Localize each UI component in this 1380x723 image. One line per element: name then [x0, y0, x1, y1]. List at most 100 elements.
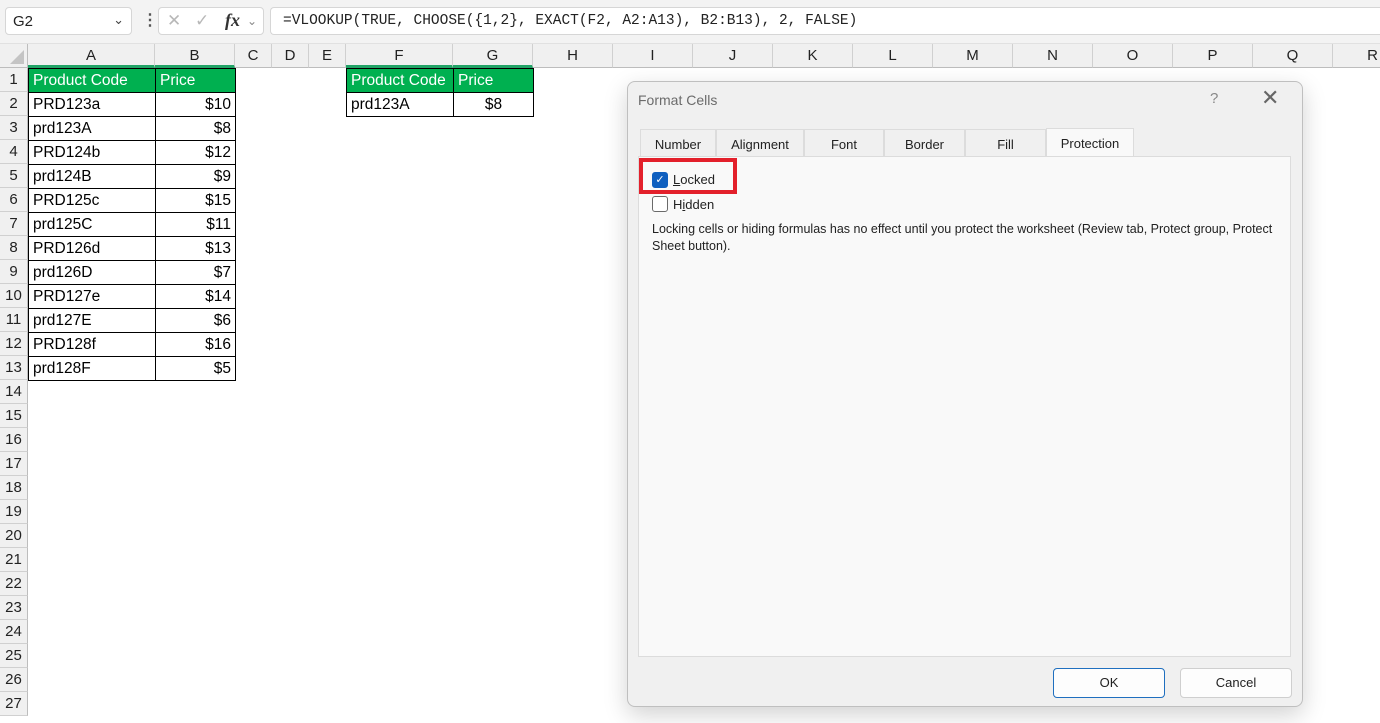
column-header-m[interactable]: M — [933, 44, 1013, 68]
row-header-17[interactable]: 17 — [0, 452, 28, 476]
cell-product-code[interactable]: prd127E — [28, 308, 156, 333]
tab-number[interactable]: Number — [640, 129, 716, 156]
column-header-b[interactable]: B — [155, 44, 235, 68]
cell-product-code[interactable]: PRD128f — [28, 332, 156, 357]
tab-fill[interactable]: Fill — [965, 129, 1046, 156]
locked-label[interactable]: Locked — [673, 172, 715, 187]
tab-border[interactable]: Border — [884, 129, 965, 156]
tab-font[interactable]: Font — [804, 129, 884, 156]
cell-product-code[interactable]: PRD126d — [28, 236, 156, 261]
row-header-9[interactable]: 9 — [0, 260, 28, 284]
column-header-l[interactable]: L — [853, 44, 933, 68]
cell-price[interactable]: $13 — [155, 236, 236, 261]
column-header-d[interactable]: D — [272, 44, 309, 68]
lookup-header-product-code[interactable]: Product Code — [346, 68, 454, 93]
row-header-23[interactable]: 23 — [0, 596, 28, 620]
column-header-a[interactable]: A — [28, 44, 155, 68]
cancel-button[interactable]: Cancel — [1180, 668, 1292, 698]
row-header-10[interactable]: 10 — [0, 284, 28, 308]
help-button[interactable]: ? — [1210, 90, 1218, 107]
close-icon[interactable]: ✕ — [1261, 87, 1279, 109]
cell-product-code[interactable]: prd128F — [28, 356, 156, 381]
column-header-p[interactable]: P — [1173, 44, 1253, 68]
column-header-g[interactable]: G — [453, 44, 533, 68]
row-header-21[interactable]: 21 — [0, 548, 28, 572]
protection-note: Locking cells or hiding formulas has no … — [652, 222, 1273, 253]
lookup-input-cell[interactable]: prd123A — [346, 92, 454, 117]
row-header-3[interactable]: 3 — [0, 116, 28, 140]
row-header-20[interactable]: 20 — [0, 524, 28, 548]
check-icon[interactable]: ✓ — [195, 11, 209, 31]
column-header-o[interactable]: O — [1093, 44, 1173, 68]
row-header-16[interactable]: 16 — [0, 428, 28, 452]
cell-price[interactable]: $7 — [155, 260, 236, 285]
cell-price[interactable]: $5 — [155, 356, 236, 381]
fx-icon[interactable]: fx — [225, 10, 240, 31]
cell-price[interactable]: $8 — [155, 116, 236, 141]
row-header-13[interactable]: 13 — [0, 356, 28, 380]
cell-price[interactable]: $14 — [155, 284, 236, 309]
chevron-down-icon[interactable]: ⌄ — [247, 14, 257, 28]
x-icon[interactable]: ✕ — [167, 11, 181, 31]
name-box[interactable]: G2 ⌄ — [5, 7, 132, 35]
row-header-1[interactable]: 1 — [0, 68, 28, 92]
cell-product-code[interactable]: prd124B — [28, 164, 156, 189]
row-header-14[interactable]: 14 — [0, 380, 28, 404]
protection-panel: ✓ Locked Hidden Locking cells or hiding … — [638, 156, 1291, 657]
row-header-4[interactable]: 4 — [0, 140, 28, 164]
row-header-11[interactable]: 11 — [0, 308, 28, 332]
row-header-26[interactable]: 26 — [0, 668, 28, 692]
cell-price[interactable]: $15 — [155, 188, 236, 213]
hidden-checkbox[interactable] — [652, 196, 668, 212]
column-header-r[interactable]: R — [1333, 44, 1380, 68]
row-header-12[interactable]: 12 — [0, 332, 28, 356]
cell-price[interactable]: $12 — [155, 140, 236, 165]
row-header-27[interactable]: 27 — [0, 692, 28, 716]
formula-input[interactable]: =VLOOKUP(TRUE, CHOOSE({1,2}, EXACT(F2, A… — [270, 7, 1380, 35]
cell-product-code[interactable]: prd123A — [28, 116, 156, 141]
column-header-h[interactable]: H — [533, 44, 613, 68]
column-header-c[interactable]: C — [235, 44, 272, 68]
lookup-header-price[interactable]: Price — [453, 68, 534, 93]
column-header-j[interactable]: J — [693, 44, 773, 68]
row-header-19[interactable]: 19 — [0, 500, 28, 524]
cell-product-code[interactable]: PRD123a — [28, 92, 156, 117]
cell-price[interactable]: $6 — [155, 308, 236, 333]
lookup-result-cell[interactable]: $8 — [453, 92, 534, 117]
cell-price[interactable]: $11 — [155, 212, 236, 237]
row-header-6[interactable]: 6 — [0, 188, 28, 212]
vertical-dots-icon[interactable]: ⋮ — [142, 11, 158, 31]
row-header-2[interactable]: 2 — [0, 92, 28, 116]
cell-product-code[interactable]: PRD124b — [28, 140, 156, 165]
cell-product-code[interactable]: PRD127e — [28, 284, 156, 309]
cell-product-code[interactable]: PRD125c — [28, 188, 156, 213]
tab-alignment[interactable]: Alignment — [716, 129, 804, 156]
column-header-n[interactable]: N — [1013, 44, 1093, 68]
row-header-15[interactable]: 15 — [0, 404, 28, 428]
hidden-label[interactable]: Hidden — [673, 197, 714, 212]
tab-protection[interactable]: Protection — [1046, 128, 1134, 156]
column-header-e[interactable]: E — [309, 44, 346, 68]
cell-product-code[interactable]: prd125C — [28, 212, 156, 237]
cell-price[interactable]: $10 — [155, 92, 236, 117]
cell-product-code[interactable]: prd126D — [28, 260, 156, 285]
row-header-7[interactable]: 7 — [0, 212, 28, 236]
row-header-8[interactable]: 8 — [0, 236, 28, 260]
row-header-22[interactable]: 22 — [0, 572, 28, 596]
select-all-button[interactable] — [0, 44, 28, 68]
row-header-5[interactable]: 5 — [0, 164, 28, 188]
column-header-q[interactable]: Q — [1253, 44, 1333, 68]
locked-checkbox[interactable]: ✓ — [652, 172, 668, 188]
header-cell-product-code[interactable]: Product Code — [28, 68, 156, 93]
chevron-down-icon[interactable]: ⌄ — [113, 12, 124, 28]
column-header-f[interactable]: F — [346, 44, 453, 68]
cell-price[interactable]: $16 — [155, 332, 236, 357]
row-header-24[interactable]: 24 — [0, 620, 28, 644]
header-cell-price[interactable]: Price — [155, 68, 236, 93]
column-header-k[interactable]: K — [773, 44, 853, 68]
row-header-18[interactable]: 18 — [0, 476, 28, 500]
cell-price[interactable]: $9 — [155, 164, 236, 189]
column-header-i[interactable]: I — [613, 44, 693, 68]
ok-button[interactable]: OK — [1053, 668, 1165, 698]
row-header-25[interactable]: 25 — [0, 644, 28, 668]
